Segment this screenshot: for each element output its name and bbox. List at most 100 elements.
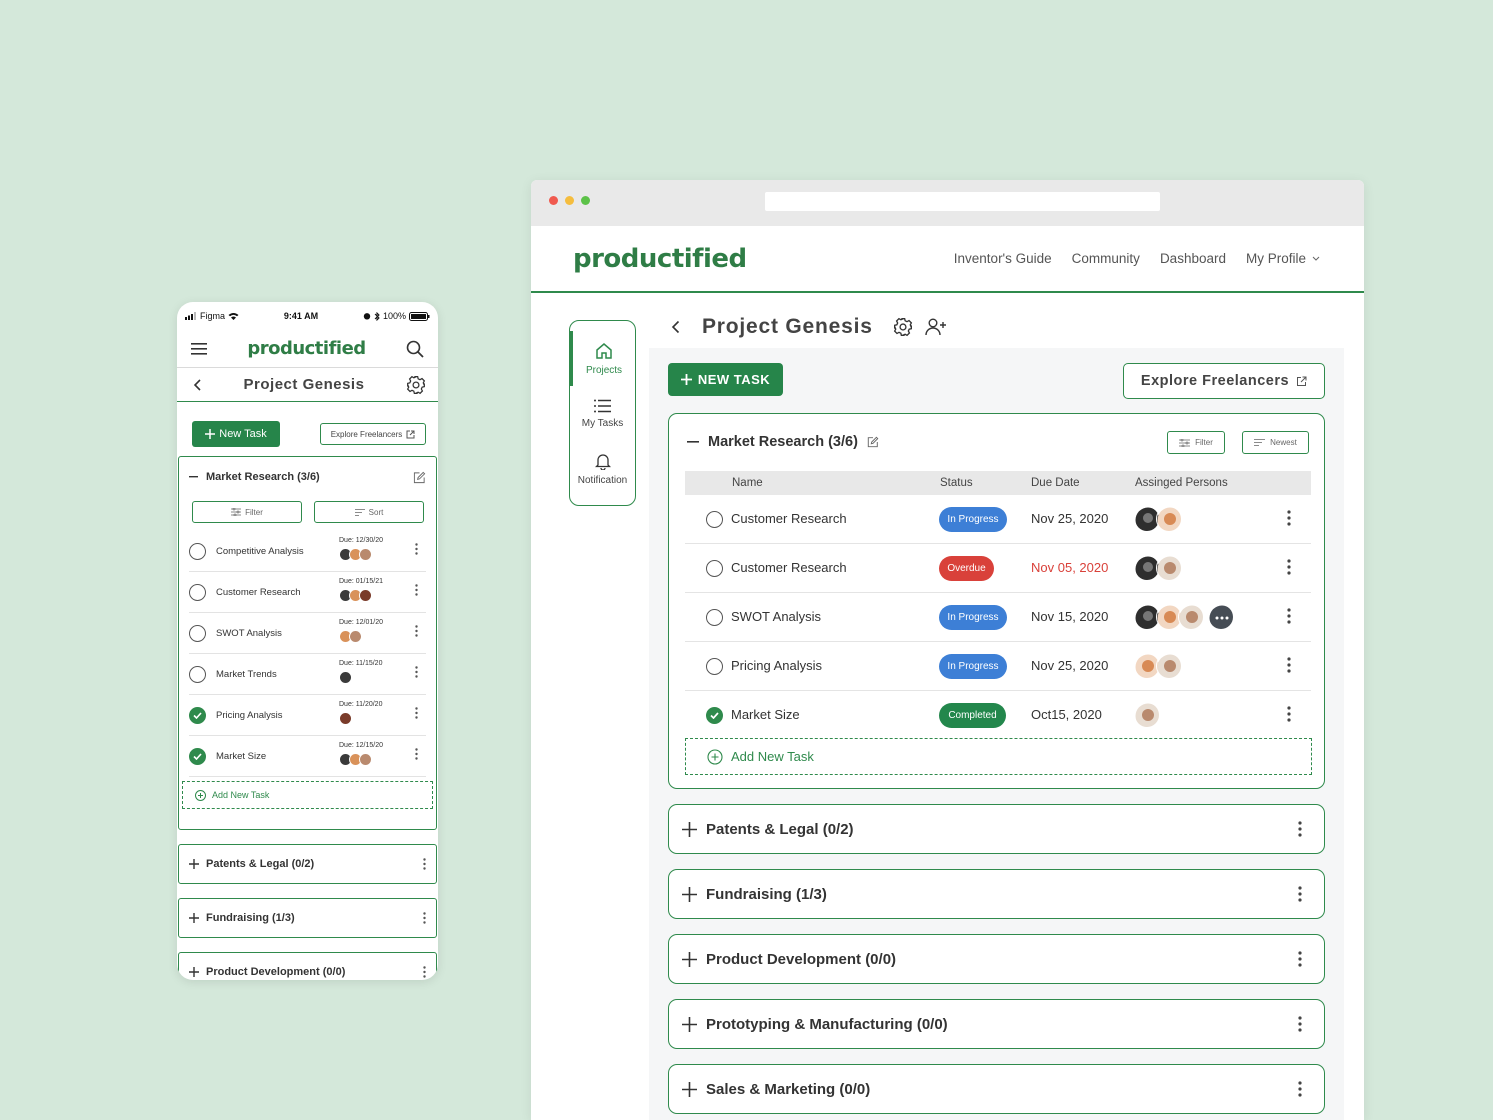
expand-plus-icon[interactable] (682, 1016, 697, 1032)
sort-button[interactable]: Sort (314, 501, 424, 523)
task-checkbox-checked[interactable] (189, 706, 206, 724)
section-prototyping-manufacturing[interactable]: Prototyping & Manufacturing (0/0) (668, 999, 1325, 1049)
sidebar-item-projects[interactable]: Projects (570, 331, 635, 386)
more-options-icon[interactable] (1298, 886, 1302, 902)
address-bar[interactable] (765, 192, 1160, 211)
add-new-task-button[interactable]: Add New Task (685, 738, 1312, 775)
more-options-icon[interactable] (1287, 608, 1291, 624)
task-checkbox[interactable] (189, 665, 206, 683)
section-header[interactable]: Market Research (3/6) (687, 434, 879, 450)
more-assignees-icon[interactable] (1208, 604, 1234, 630)
column-header-status[interactable]: Status (940, 477, 973, 489)
nav-link-dashboard[interactable]: Dashboard (1160, 251, 1226, 266)
section-header[interactable]: Market Research (3/6) (179, 457, 436, 497)
task-row[interactable]: Pricing Analysis Due: 11/20/20 (189, 695, 426, 736)
table-row[interactable]: Customer Research Overdue Nov 05, 2020 (685, 544, 1311, 593)
add-new-task-button[interactable]: Add New Task (182, 781, 433, 809)
task-checkbox[interactable] (706, 658, 723, 675)
task-checkbox-checked[interactable] (189, 747, 206, 765)
task-checkbox[interactable] (189, 542, 206, 560)
task-row[interactable]: Market Trends Due: 11/15/20 (189, 654, 426, 695)
sidebar-item-notification[interactable]: Notification (570, 441, 635, 496)
more-options-icon[interactable] (415, 543, 418, 555)
more-options-icon[interactable] (415, 625, 418, 637)
collapse-minus-icon[interactable] (189, 476, 198, 478)
more-options-icon[interactable] (1298, 951, 1302, 967)
more-options-icon[interactable] (423, 912, 426, 924)
filter-button[interactable]: Filter (1167, 431, 1225, 454)
table-row[interactable]: Pricing Analysis In Progress Nov 25, 202… (685, 642, 1311, 691)
avatar[interactable] (1134, 702, 1160, 728)
table-row[interactable]: SWOT Analysis In Progress Nov 15, 2020 (685, 593, 1311, 642)
back-icon[interactable] (671, 320, 680, 334)
expand-plus-icon[interactable] (189, 913, 199, 923)
column-header-due-date[interactable]: Due Date (1031, 477, 1080, 489)
explore-freelancers-button[interactable]: Explore Freelancers (1123, 363, 1325, 399)
task-checkbox[interactable] (189, 624, 206, 642)
edit-icon[interactable] (867, 436, 879, 448)
new-task-button[interactable]: New Task (192, 421, 280, 447)
filter-button[interactable]: Filter (192, 501, 302, 523)
task-checkbox[interactable] (189, 583, 206, 601)
section-collapsed[interactable]: Product Development (0/0) (178, 952, 437, 980)
section-sales-marketing[interactable]: Sales & Marketing (0/0) (668, 1064, 1325, 1114)
task-checkbox-checked[interactable] (706, 707, 723, 724)
expand-plus-icon[interactable] (682, 1081, 697, 1097)
back-icon[interactable] (193, 378, 202, 391)
brand-logo[interactable]: productified (247, 338, 366, 359)
more-options-icon[interactable] (415, 666, 418, 678)
column-header-name[interactable]: Name (732, 477, 763, 489)
expand-plus-icon[interactable] (682, 951, 697, 967)
task-row[interactable]: Customer Research Due: 01/15/21 (189, 572, 426, 613)
task-checkbox[interactable] (706, 511, 723, 528)
menu-icon[interactable] (191, 342, 207, 355)
edit-icon[interactable] (413, 471, 426, 484)
maximize-window-dot[interactable] (581, 196, 590, 205)
section-product-development[interactable]: Product Development (0/0) (668, 934, 1325, 984)
search-icon[interactable] (406, 340, 424, 358)
add-person-icon[interactable] (925, 318, 947, 336)
settings-gear-icon[interactable] (406, 375, 426, 395)
task-row[interactable]: Competitive Analysis Due: 12/30/20 (189, 531, 426, 572)
brand-logo[interactable]: productified (573, 244, 747, 274)
more-options-icon[interactable] (423, 966, 426, 978)
expand-plus-icon[interactable] (682, 821, 697, 837)
close-window-dot[interactable] (549, 196, 558, 205)
more-options-icon[interactable] (415, 748, 418, 760)
table-row[interactable]: Customer Research In Progress Nov 25, 20… (685, 495, 1311, 544)
sort-newest-button[interactable]: Newest (1242, 431, 1309, 454)
section-collapsed[interactable]: Fundraising (1/3) (178, 898, 437, 938)
more-options-icon[interactable] (415, 584, 418, 596)
section-fundraising[interactable]: Fundraising (1/3) (668, 869, 1325, 919)
my-profile-dropdown[interactable]: My Profile (1246, 251, 1320, 266)
more-options-icon[interactable] (415, 707, 418, 719)
more-options-icon[interactable] (1287, 559, 1291, 575)
task-checkbox[interactable] (706, 560, 723, 577)
more-options-icon[interactable] (1287, 706, 1291, 722)
expand-plus-icon[interactable] (682, 886, 697, 902)
collapse-minus-icon[interactable] (687, 441, 699, 443)
task-checkbox[interactable] (706, 609, 723, 626)
nav-link-community[interactable]: Community (1072, 251, 1140, 266)
more-options-icon[interactable] (423, 858, 426, 870)
more-options-icon[interactable] (1287, 510, 1291, 526)
avatar[interactable] (1156, 506, 1182, 532)
expand-plus-icon[interactable] (189, 967, 199, 977)
task-row[interactable]: SWOT Analysis Due: 12/01/20 (189, 613, 426, 654)
nav-link-inventors-guide[interactable]: Inventor's Guide (954, 251, 1052, 266)
task-row[interactable]: Market Size Due: 12/15/20 (189, 736, 426, 777)
more-options-icon[interactable] (1287, 657, 1291, 673)
more-options-icon[interactable] (1298, 1081, 1302, 1097)
table-row[interactable]: Market Size Completed Oct15, 2020 (685, 691, 1311, 740)
section-collapsed[interactable]: Patents & Legal (0/2) (178, 844, 437, 884)
column-header-assigned-persons[interactable]: Assinged Persons (1135, 477, 1228, 489)
avatar[interactable] (1156, 653, 1182, 679)
section-patents-legal[interactable]: Patents & Legal (0/2) (668, 804, 1325, 854)
more-options-icon[interactable] (1298, 1016, 1302, 1032)
avatar[interactable] (1178, 604, 1204, 630)
sidebar-item-my-tasks[interactable]: My Tasks (570, 386, 635, 441)
avatar[interactable] (1156, 555, 1182, 581)
minimize-window-dot[interactable] (565, 196, 574, 205)
explore-freelancers-button[interactable]: Explore Freelancers (320, 423, 426, 445)
more-options-icon[interactable] (1298, 821, 1302, 837)
